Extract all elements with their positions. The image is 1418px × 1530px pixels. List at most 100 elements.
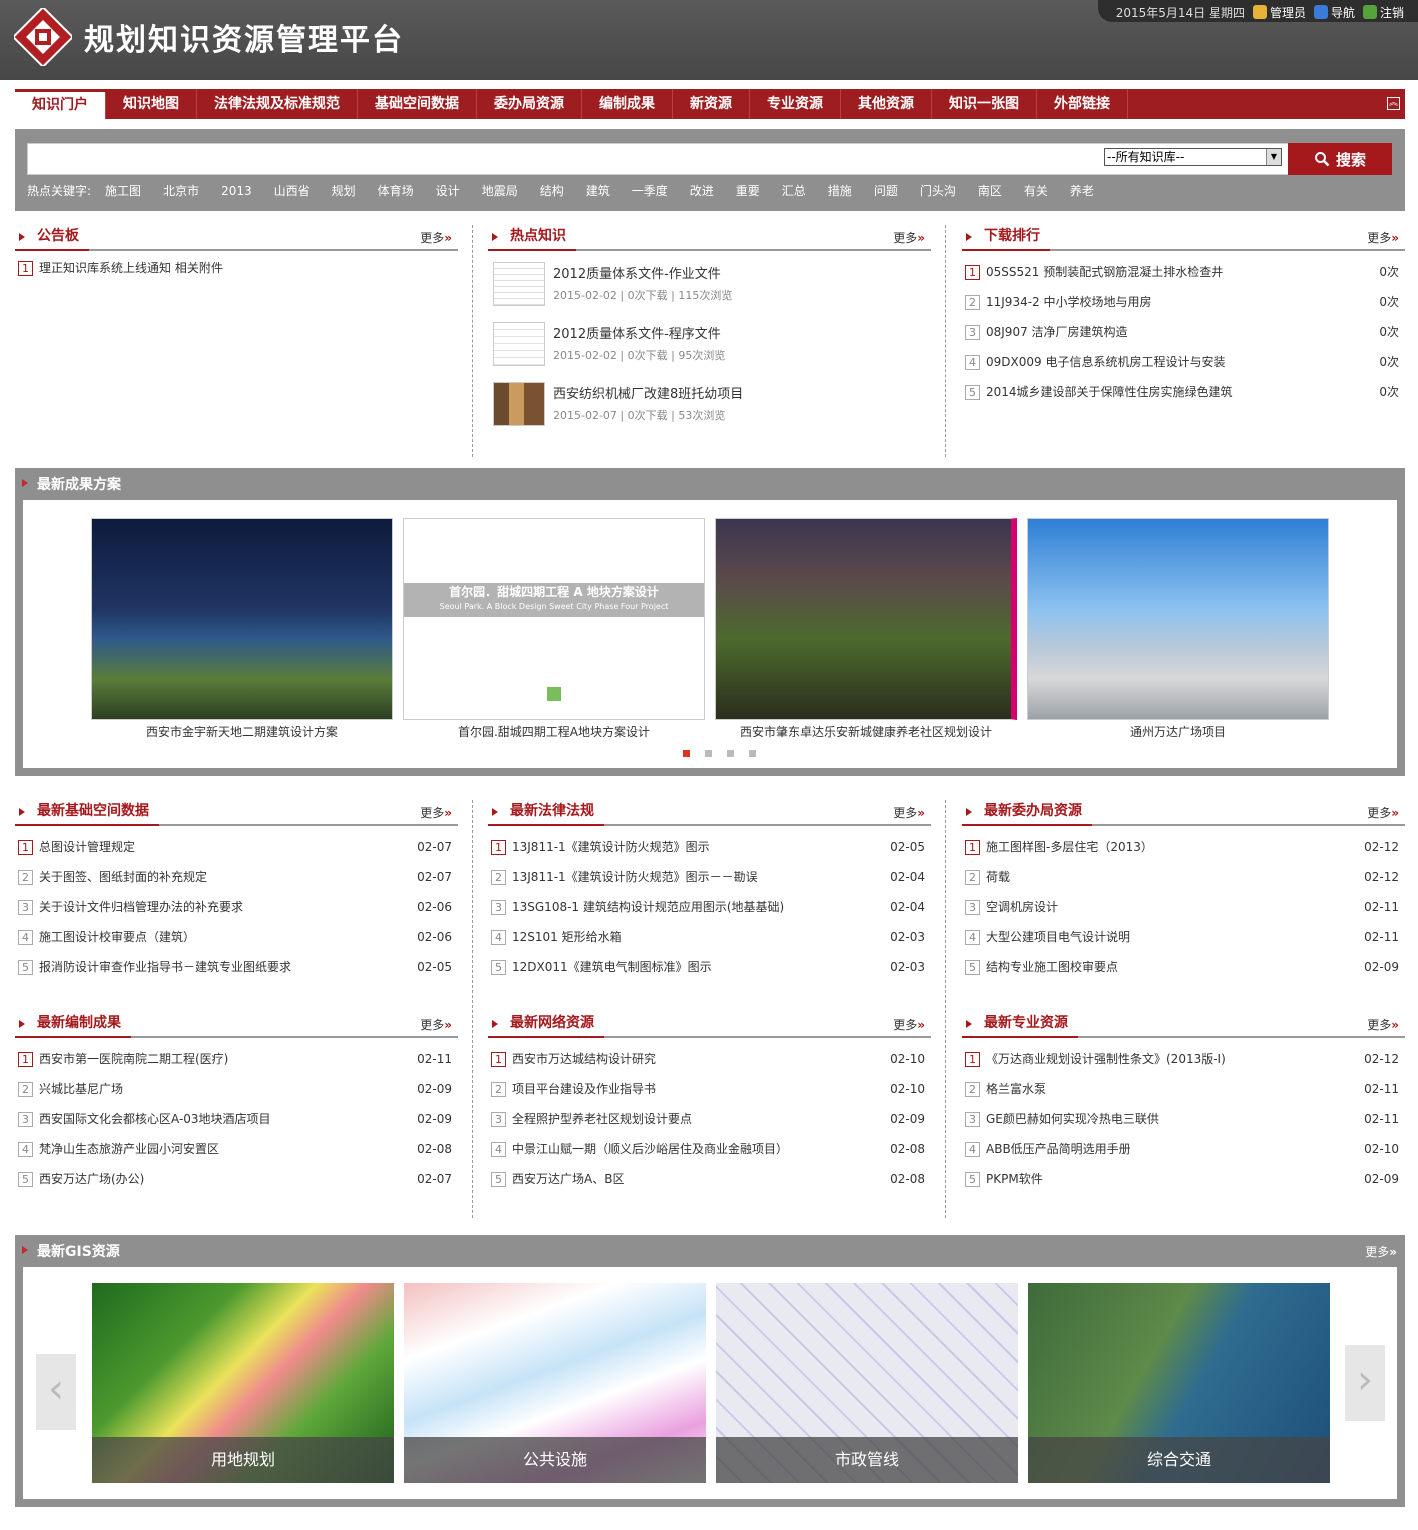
carousel-dot[interactable] bbox=[683, 750, 690, 757]
next-arrow-icon[interactable]: › bbox=[1345, 1345, 1385, 1421]
compile-more-link[interactable]: 更多» bbox=[420, 1016, 452, 1033]
logout-link[interactable]: 注销 bbox=[1362, 4, 1404, 21]
nav-item-laws[interactable]: 法律法规及标准规范 bbox=[197, 89, 358, 119]
list-item[interactable]: 1 西安市万达城结构设计研究 02-10 bbox=[488, 1044, 931, 1074]
list-item[interactable]: 1 理正知识库系统上线通知 相关附件 bbox=[15, 256, 458, 280]
list-item[interactable]: 4 12S101 矩形给水箱 02-03 bbox=[488, 922, 931, 952]
list-item[interactable]: 5 西安万达广场A、B区 02-08 bbox=[488, 1164, 931, 1194]
nav-link[interactable]: 导航 bbox=[1313, 4, 1355, 21]
bureau-more-link[interactable]: 更多» bbox=[1367, 804, 1399, 821]
hot-keyword-link[interactable]: 地震局 bbox=[482, 184, 518, 198]
nav-item-other[interactable]: 其他资源 bbox=[841, 89, 932, 119]
nav-item-external[interactable]: 外部链接 bbox=[1037, 89, 1128, 119]
list-item[interactable]: 4 09DX009 电子信息系统机房工程设计与安装 0次 bbox=[962, 347, 1405, 377]
list-item[interactable]: 2 关于图签、图纸封面的补充规定 02-07 bbox=[15, 862, 458, 892]
hot-keyword-link[interactable]: 体育场 bbox=[378, 184, 414, 198]
list-item[interactable]: 1 《万达商业规划设计强制性条文》(2013版-I) 02-12 bbox=[962, 1044, 1405, 1074]
hot-keyword-link[interactable]: 规划 bbox=[332, 184, 356, 198]
result-card[interactable]: 通州万达广场项目 bbox=[1027, 518, 1329, 740]
hot-keyword-link[interactable]: 重要 bbox=[736, 184, 760, 198]
nav-item-map[interactable]: 知识地图 bbox=[106, 89, 197, 119]
network-more-link[interactable]: 更多» bbox=[893, 1016, 925, 1033]
list-item[interactable]: 5 PKPM软件 02-09 bbox=[962, 1164, 1405, 1194]
list-item[interactable]: 5 12DX011《建筑电气制图标准》图示 02-03 bbox=[488, 952, 931, 982]
list-item[interactable]: 3 13SG108-1 建筑结构设计规范应用图示(地基基础) 02-04 bbox=[488, 892, 931, 922]
list-item[interactable]: 5 结构专业施工图校审要点 02-09 bbox=[962, 952, 1405, 982]
hot-keyword-link[interactable]: 养老 bbox=[1070, 184, 1094, 198]
hot-more-link[interactable]: 更多» bbox=[893, 229, 925, 246]
board-more-link[interactable]: 更多» bbox=[420, 229, 452, 246]
result-card[interactable]: 西安市肇东卓达乐安新城健康养老社区规划设计 bbox=[715, 518, 1017, 740]
list-item[interactable]: 5 西安万达广场(办公) 02-07 bbox=[15, 1164, 458, 1194]
list-item[interactable]: 5 报消防设计审查作业指导书－建筑专业图纸要求 02-05 bbox=[15, 952, 458, 982]
hot-keyword-link[interactable]: 山西省 bbox=[274, 184, 310, 198]
list-item[interactable]: 4 中景江山赋一期（顺义后沙峪居住及商业金融项目） 02-08 bbox=[488, 1134, 931, 1164]
list-item[interactable]: 2 11J934-2 中小学校场地与用房 0次 bbox=[962, 287, 1405, 317]
collapse-up-icon[interactable]: ︽ bbox=[1387, 97, 1400, 110]
hot-keyword-link[interactable]: 设计 bbox=[436, 184, 460, 198]
hot-keyword-link[interactable]: 一季度 bbox=[632, 184, 668, 198]
list-item[interactable]: 3 空调机房设计 02-11 bbox=[962, 892, 1405, 922]
nav-item-bureau[interactable]: 委办局资源 bbox=[477, 89, 582, 119]
list-item[interactable]: 2 格兰富水泵 02-11 bbox=[962, 1074, 1405, 1104]
professional-more-link[interactable]: 更多» bbox=[1367, 1016, 1399, 1033]
list-item[interactable]: 3 全程照护型养老社区规划设计要点 02-09 bbox=[488, 1104, 931, 1134]
admin-link[interactable]: 管理员 bbox=[1252, 4, 1306, 21]
list-item[interactable]: 3 关于设计文件归档管理办法的补充要求 02-06 bbox=[15, 892, 458, 922]
prev-arrow-icon[interactable]: ‹ bbox=[36, 1354, 76, 1430]
library-select[interactable]: --所有知识库-- ▼ bbox=[1104, 148, 1282, 166]
list-item[interactable]: 1 西安市第一医院南院二期工程(医疗) 02-11 bbox=[15, 1044, 458, 1074]
list-item[interactable]: 2 项目平台建设及作业指导书 02-10 bbox=[488, 1074, 931, 1104]
list-item[interactable]: 2 13J811-1《建筑设计防火规范》图示－－勘误 02-04 bbox=[488, 862, 931, 892]
hot-keyword-link[interactable]: 改进 bbox=[690, 184, 714, 198]
list-item[interactable]: 2 兴城比基尼广场 02-09 bbox=[15, 1074, 458, 1104]
gis-card[interactable]: 综合交通 bbox=[1028, 1283, 1330, 1483]
list-item[interactable]: 3 GE颜巴赫如何实现冷热电三联供 02-11 bbox=[962, 1104, 1405, 1134]
nav-item-professional[interactable]: 专业资源 bbox=[750, 89, 841, 119]
gis-card[interactable]: 市政管线 bbox=[716, 1283, 1018, 1483]
list-item[interactable]: 3 08J907 洁净厂房建筑构造 0次 bbox=[962, 317, 1405, 347]
hot-keyword-link[interactable]: 施工图 bbox=[105, 184, 141, 198]
rank-badge: 3 bbox=[965, 900, 980, 915]
nav-item-spatial[interactable]: 基础空间数据 bbox=[358, 89, 477, 119]
law-more-link[interactable]: 更多» bbox=[893, 804, 925, 821]
nav-item-compile[interactable]: 编制成果 bbox=[582, 89, 673, 119]
list-item[interactable]: 1 05SS521 预制装配式钢筋混凝土排水检查井 0次 bbox=[962, 257, 1405, 287]
list-item[interactable]: 4 梵净山生态旅游产业园小河安置区 02-08 bbox=[15, 1134, 458, 1164]
hot-keyword-link[interactable]: 门头沟 bbox=[920, 184, 956, 198]
carousel-dot[interactable] bbox=[705, 750, 712, 757]
list-item[interactable]: 1 13J811-1《建筑设计防火规范》图示 02-05 bbox=[488, 832, 931, 862]
gis-card[interactable]: 公共设施 bbox=[404, 1283, 706, 1483]
hot-keyword-link[interactable]: 建筑 bbox=[586, 184, 610, 198]
gis-card[interactable]: 用地规划 bbox=[92, 1283, 394, 1483]
list-item[interactable]: 2 荷载 02-12 bbox=[962, 862, 1405, 892]
gis-more-link[interactable]: 更多» bbox=[1365, 1243, 1397, 1260]
hot-keyword-link[interactable]: 结构 bbox=[540, 184, 564, 198]
list-item[interactable]: 4 大型公建项目电气设计说明 02-11 bbox=[962, 922, 1405, 952]
hot-keyword-link[interactable]: 措施 bbox=[828, 184, 852, 198]
carousel-dot[interactable] bbox=[749, 750, 756, 757]
hot-keyword-link[interactable]: 2013 bbox=[221, 184, 252, 198]
list-item[interactable]: 1 施工图样图-多层住宅（2013） 02-12 bbox=[962, 832, 1405, 862]
download-more-link[interactable]: 更多» bbox=[1367, 229, 1399, 246]
result-card[interactable]: 西安市金宇新天地二期建筑设计方案 bbox=[91, 518, 393, 740]
list-item[interactable]: 3 西安国际文化会都核心区A-03地块酒店项目 02-09 bbox=[15, 1104, 458, 1134]
spatial-more-link[interactable]: 更多» bbox=[420, 804, 452, 821]
hot-keyword-link[interactable]: 有关 bbox=[1024, 184, 1048, 198]
logo[interactable]: 规划知识资源管理平台 bbox=[14, 8, 404, 66]
nav-item-onemap[interactable]: 知识一张图 bbox=[932, 89, 1037, 119]
carousel-dot[interactable] bbox=[727, 750, 734, 757]
hot-keyword-link[interactable]: 北京市 bbox=[163, 184, 199, 198]
list-item[interactable]: 4 ABB低压产品简明选用手册 02-10 bbox=[962, 1134, 1405, 1164]
search-button[interactable]: 搜索 bbox=[1288, 143, 1392, 175]
nav-item-portal[interactable]: 知识门户 bbox=[15, 92, 106, 119]
list-item[interactable]: 1 总图设计管理规定 02-07 bbox=[15, 832, 458, 862]
list-item[interactable]: 5 2014城乡建设部关于保障性住房实施绿色建筑 0次 bbox=[962, 377, 1405, 407]
list-item[interactable]: 4 施工图设计校审要点（建筑） 02-06 bbox=[15, 922, 458, 952]
nav-item-new[interactable]: 新资源 bbox=[673, 89, 750, 119]
hot-keyword-link[interactable]: 南区 bbox=[978, 184, 1002, 198]
compile-title: 最新编制成果 bbox=[15, 1012, 131, 1038]
hot-keyword-link[interactable]: 问题 bbox=[874, 184, 898, 198]
result-card[interactable]: 首尔园．甜城四期工程 A 地块方案设计 Seoul Park. A Block … bbox=[403, 518, 705, 740]
hot-keyword-link[interactable]: 汇总 bbox=[782, 184, 806, 198]
